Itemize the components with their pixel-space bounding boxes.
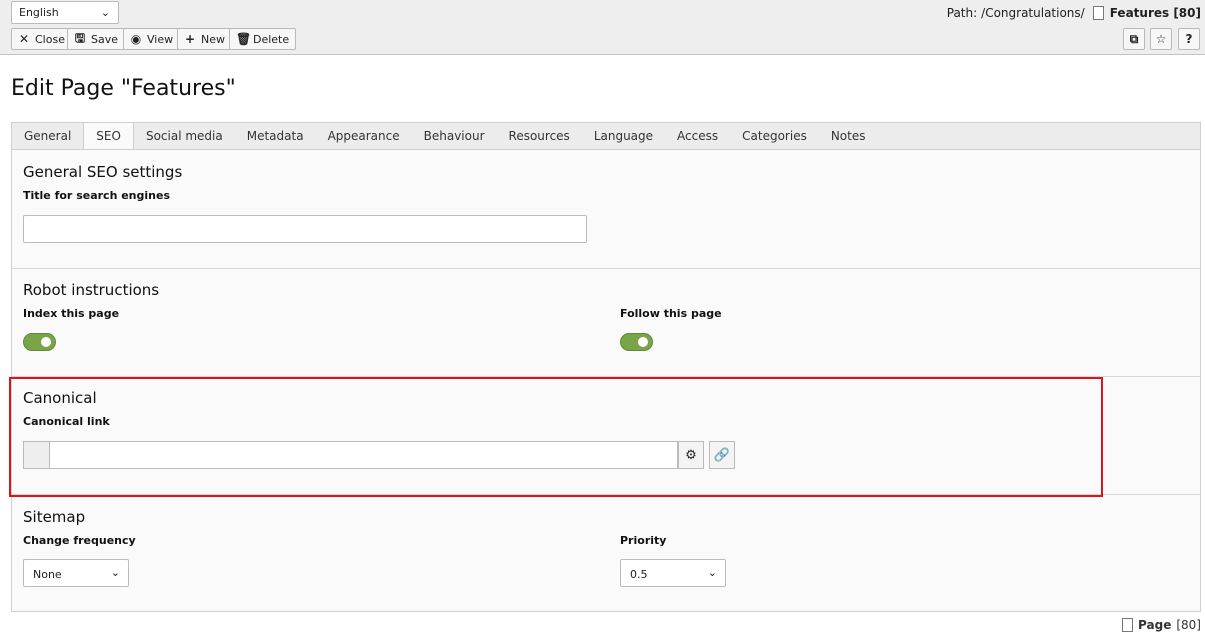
external-link-icon: ⧉ [1129, 31, 1139, 46]
tab-language[interactable]: Language [582, 123, 665, 150]
open-new-window-button[interactable]: ⧉ [1123, 28, 1145, 50]
sitemap-section: Sitemap Change frequency None ⌄ Priority… [12, 495, 1200, 612]
priority-select[interactable]: 0.5 ⌄ [620, 559, 726, 587]
priority-value: 0.5 [630, 568, 648, 581]
save-icon: 🖫 [74, 30, 86, 45]
save-label: Save [91, 32, 119, 46]
canonical-highlight-box [9, 377, 1103, 497]
language-select[interactable]: English ⌄ [11, 1, 119, 24]
toggle-knob [41, 337, 51, 347]
breadcrumb: Path: /Congratulations/ Features [80] [947, 6, 1201, 20]
page-icon [1092, 6, 1104, 20]
eye-icon: ◉ [130, 32, 142, 46]
view-label: View [147, 32, 174, 46]
change-frequency-label: Change frequency [23, 534, 136, 547]
language-select-value: English [19, 6, 59, 19]
close-button[interactable]: ✕ Close [11, 28, 72, 50]
priority-label: Priority [620, 534, 667, 547]
index-label: Index this page [23, 307, 120, 320]
trash-icon: 🗑 [236, 32, 252, 46]
tab-social-media[interactable]: Social media [134, 123, 235, 150]
change-frequency-value: None [33, 568, 62, 581]
view-button[interactable]: ◉ View [123, 28, 181, 50]
tab-metadata[interactable]: Metadata [235, 123, 316, 150]
star-icon: ☆ [1155, 32, 1167, 46]
change-frequency-select[interactable]: None ⌄ [23, 559, 129, 587]
index-toggle[interactable] [23, 333, 56, 351]
tab-seo[interactable]: SEO [83, 123, 134, 151]
tab-general[interactable]: General [12, 123, 83, 150]
general-seo-section: General SEO settings Title for search en… [12, 150, 1200, 269]
help-button[interactable]: ? [1178, 28, 1200, 50]
save-button[interactable]: 🖫 Save [67, 28, 126, 50]
path-page: Features [80] [1109, 6, 1201, 20]
footer-page-label: Page [1138, 618, 1172, 632]
footer-page-id: [80] [1176, 618, 1201, 632]
tab-resources[interactable]: Resources [497, 123, 582, 150]
toggle-knob [638, 337, 648, 347]
page-title: Edit Page "Features" [11, 76, 236, 101]
tab-appearance[interactable]: Appearance [316, 123, 412, 150]
plus-icon: + [184, 32, 196, 46]
tab-access[interactable]: Access [665, 123, 730, 150]
delete-button[interactable]: 🗑 Delete [229, 28, 297, 50]
chevron-down-icon: ⌄ [707, 566, 717, 579]
tab-notes[interactable]: Notes [819, 123, 878, 150]
close-label: Close [35, 32, 65, 46]
delete-label: Delete [253, 32, 290, 46]
chevron-down-icon: ⌄ [110, 566, 120, 579]
path-label: Path: [946, 6, 978, 20]
section-title-sitemap: Sitemap [23, 508, 86, 526]
seo-title-label: Title for search engines [23, 189, 171, 202]
tab-categories[interactable]: Categories [730, 123, 819, 150]
path-value: /Congratulations/ [981, 6, 1085, 20]
robot-section: Robot instructions Index this page Follo… [12, 269, 1200, 377]
section-title-robot: Robot instructions [23, 281, 160, 299]
seo-title-input[interactable] [23, 215, 587, 243]
follow-toggle[interactable] [620, 333, 653, 351]
footer-page-info: Page [80] [1122, 618, 1201, 632]
new-label: New [201, 32, 225, 46]
doc-header: English ⌄ Path: /Congratulations/ Featur… [0, 0, 1205, 55]
chevron-down-icon: ⌄ [100, 6, 110, 19]
follow-label: Follow this page [620, 307, 722, 320]
close-icon: ✕ [18, 32, 30, 46]
page-icon [1122, 618, 1134, 632]
tab-behaviour[interactable]: Behaviour [412, 123, 497, 150]
bookmark-button[interactable]: ☆ [1150, 28, 1172, 50]
section-title-general-seo: General SEO settings [23, 163, 183, 181]
tab-bar: General SEO Social media Metadata Appear… [11, 122, 1201, 151]
help-icon: ? [1185, 32, 1193, 46]
new-button[interactable]: + New [177, 28, 232, 50]
